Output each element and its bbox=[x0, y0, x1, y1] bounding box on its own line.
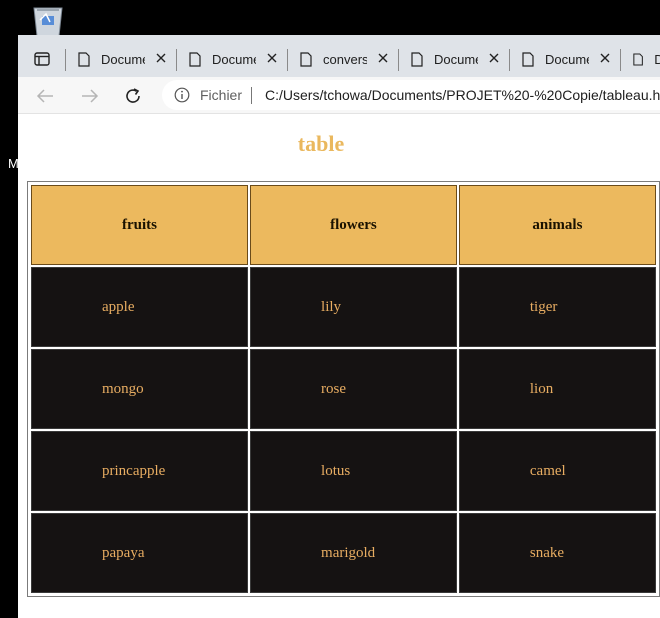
table-cell: lily bbox=[250, 267, 457, 347]
browser-toolbar: Fichier C:/Users/tchowa/Documents/PROJET… bbox=[18, 77, 660, 114]
address-bar[interactable]: Fichier C:/Users/tchowa/Documents/PROJET… bbox=[162, 80, 660, 110]
recycle-bin-icon[interactable] bbox=[28, 6, 68, 37]
table-cell: papaya bbox=[31, 513, 249, 593]
document-icon bbox=[522, 51, 534, 67]
table-cell: snake bbox=[458, 513, 656, 593]
tab-5[interactable]: Docume bbox=[510, 44, 620, 74]
close-icon[interactable] bbox=[376, 51, 390, 65]
tab-title: Docume bbox=[212, 51, 256, 67]
table-cell: tiger bbox=[458, 267, 656, 347]
table-cell: lion bbox=[458, 349, 656, 429]
back-button[interactable] bbox=[32, 83, 58, 109]
document-icon bbox=[633, 52, 643, 66]
table-row: mongo rose lion bbox=[31, 349, 656, 429]
forward-arrow-icon bbox=[82, 89, 99, 103]
info-icon[interactable] bbox=[174, 87, 190, 103]
tab-2[interactable]: Docume bbox=[177, 44, 287, 74]
tab-title: Docume bbox=[545, 51, 589, 67]
tab-6[interactable]: D bbox=[621, 44, 660, 74]
tab-title: D bbox=[654, 51, 660, 67]
back-arrow-icon bbox=[36, 89, 53, 103]
table-cell: mongo bbox=[31, 349, 249, 429]
table-cell: camel bbox=[458, 431, 656, 511]
close-icon[interactable] bbox=[598, 51, 612, 65]
browser-window: Docume Docume conversi Docume Docume D F… bbox=[18, 35, 660, 618]
table-header-row: fruits flowers animals bbox=[31, 185, 656, 265]
close-icon[interactable] bbox=[487, 51, 501, 65]
scheme-label: Fichier bbox=[200, 87, 243, 103]
table-header-cell: fruits bbox=[31, 185, 249, 265]
tab-3[interactable]: conversi bbox=[288, 44, 398, 74]
tab-4[interactable]: Docume bbox=[399, 44, 509, 74]
forward-button[interactable] bbox=[77, 83, 103, 109]
refresh-button[interactable] bbox=[120, 83, 146, 109]
tab-title: conversi bbox=[323, 51, 367, 67]
document-icon bbox=[78, 51, 90, 67]
table-row: papaya marigold snake bbox=[31, 513, 656, 593]
address-divider bbox=[251, 87, 252, 104]
table-cell: princapple bbox=[31, 431, 249, 511]
close-icon[interactable] bbox=[154, 51, 168, 65]
table-header-cell: animals bbox=[458, 185, 656, 265]
tab-1[interactable]: Docume bbox=[66, 44, 176, 74]
table-cell: rose bbox=[250, 349, 457, 429]
tab-title: Docume bbox=[101, 51, 145, 67]
document-icon bbox=[411, 51, 423, 67]
table-cell: lotus bbox=[250, 431, 457, 511]
tab-strip: Docume Docume conversi Docume Docume D bbox=[18, 35, 660, 77]
page-title: table bbox=[297, 131, 345, 156]
url-text[interactable]: C:/Users/tchowa/Documents/PROJET%20-%20C… bbox=[265, 87, 660, 103]
close-icon[interactable] bbox=[265, 51, 279, 65]
data-table: fruits flowers animals apple lily tiger … bbox=[27, 181, 660, 597]
table-header-cell: flowers bbox=[250, 185, 457, 265]
table-row: apple lily tiger bbox=[31, 267, 656, 347]
refresh-icon bbox=[126, 88, 140, 103]
tab-actions-icon bbox=[34, 52, 50, 66]
document-icon bbox=[189, 51, 201, 67]
table-row: princapple lotus camel bbox=[31, 431, 656, 511]
table-cell: marigold bbox=[250, 513, 457, 593]
table-cell: apple bbox=[31, 267, 249, 347]
tab-title: Docume bbox=[434, 51, 478, 67]
tab-actions-button[interactable] bbox=[26, 45, 58, 73]
document-icon bbox=[300, 51, 312, 67]
